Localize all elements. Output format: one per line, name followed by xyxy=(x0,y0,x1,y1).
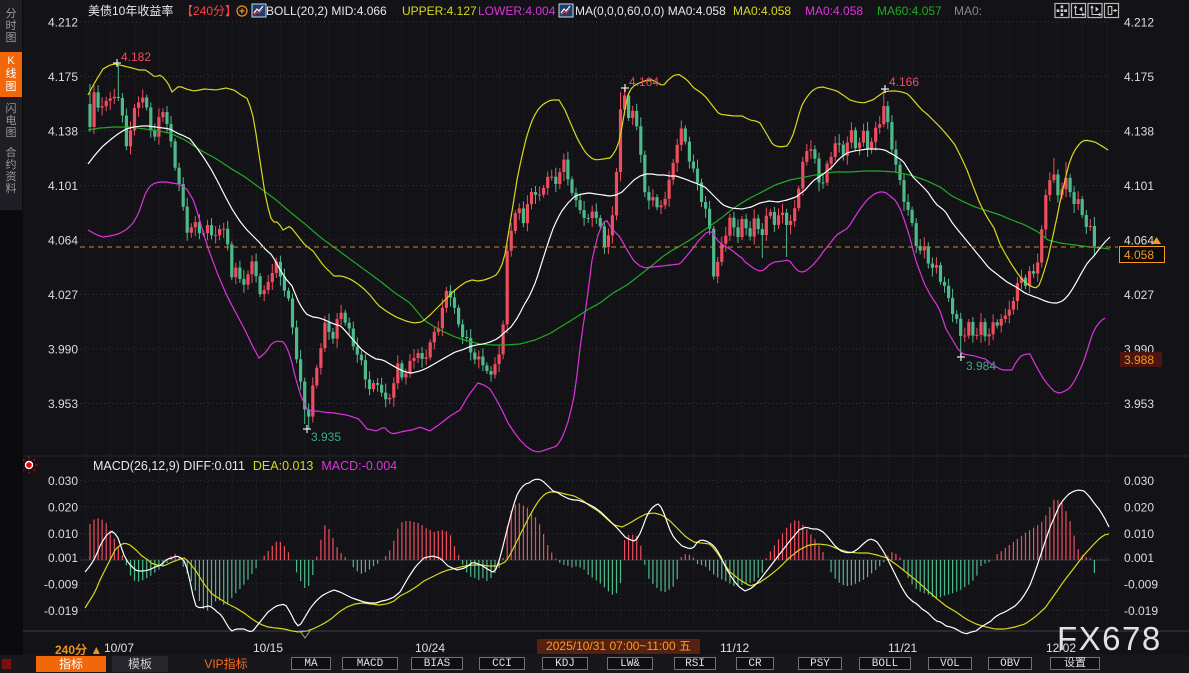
svg-text:4.166: 4.166 xyxy=(889,75,919,89)
svg-text:3.990: 3.990 xyxy=(48,343,78,357)
svg-text:4.058: 4.058 xyxy=(1124,248,1154,262)
svg-text:美债10年收益率【240分】: 美债10年收益率【240分】 xyxy=(88,3,237,18)
svg-text:4.064: 4.064 xyxy=(48,234,78,248)
svg-text:-0.019: -0.019 xyxy=(44,604,78,618)
svg-text:4.027: 4.027 xyxy=(48,288,78,302)
svg-text:BOLL(20,2) MID:4.066UPPER:4.12: BOLL(20,2) MID:4.066UPPER:4.127LOWER:4.0… xyxy=(266,4,982,18)
svg-text:-0.009: -0.009 xyxy=(44,577,78,591)
svg-text:0.020: 0.020 xyxy=(1124,500,1154,514)
svg-text:-0.009: -0.009 xyxy=(1124,577,1158,591)
svg-text:3.984: 3.984 xyxy=(966,359,996,373)
svg-text:4.212: 4.212 xyxy=(1124,16,1154,30)
svg-text:0.001: 0.001 xyxy=(1124,551,1154,565)
svg-text:4.064: 4.064 xyxy=(1124,234,1154,248)
svg-text:4.101: 4.101 xyxy=(48,179,78,193)
svg-text:3.953: 3.953 xyxy=(1124,397,1154,411)
svg-text:4.138: 4.138 xyxy=(1124,125,1154,139)
svg-text:4.175: 4.175 xyxy=(1124,70,1154,84)
svg-text:4.027: 4.027 xyxy=(1124,288,1154,302)
svg-text:MACD(26,12,9) DIFF:0.011DEA:0.: MACD(26,12,9) DIFF:0.011DEA:0.013MACD:-0… xyxy=(93,459,397,473)
svg-text:4.175: 4.175 xyxy=(48,70,78,84)
svg-text:0.001: 0.001 xyxy=(48,551,78,565)
svg-text:4.212: 4.212 xyxy=(48,16,78,30)
svg-text:3.988: 3.988 xyxy=(1124,353,1154,367)
svg-text:-0.019: -0.019 xyxy=(1124,604,1158,618)
svg-text:0.030: 0.030 xyxy=(48,474,78,488)
svg-text:0.010: 0.010 xyxy=(1124,527,1154,541)
svg-text:4.138: 4.138 xyxy=(48,125,78,139)
svg-text:3.953: 3.953 xyxy=(48,397,78,411)
svg-text:0.010: 0.010 xyxy=(48,527,78,541)
svg-text:4.182: 4.182 xyxy=(121,50,151,64)
svg-text:0.030: 0.030 xyxy=(1124,474,1154,488)
svg-text:0.020: 0.020 xyxy=(48,500,78,514)
svg-text:4.101: 4.101 xyxy=(1124,179,1154,193)
svg-text:4.164: 4.164 xyxy=(629,75,659,89)
svg-text:3.935: 3.935 xyxy=(311,430,341,444)
